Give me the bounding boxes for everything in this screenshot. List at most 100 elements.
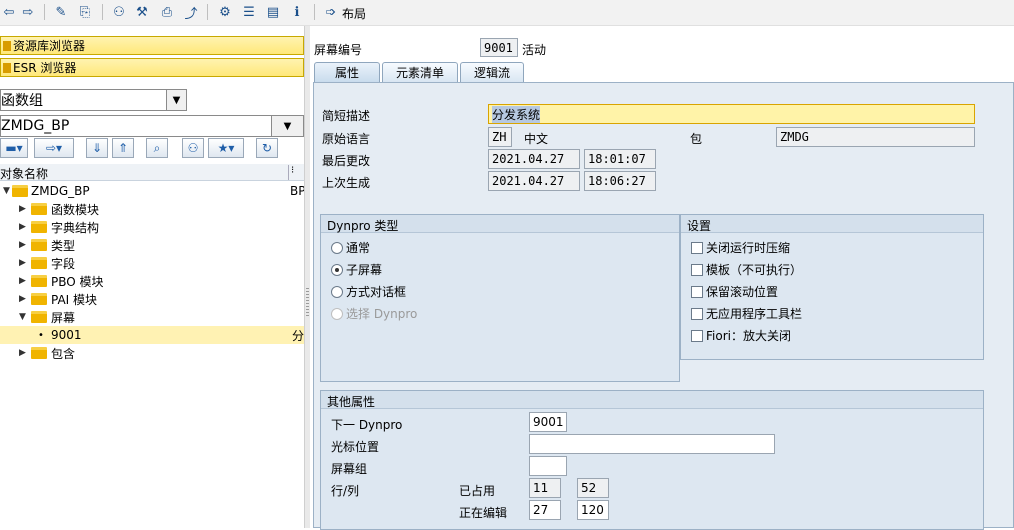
hierarchy-icon[interactable]: ⚙ [216, 3, 234, 21]
collapse-all-icon[interactable]: ⇑ [112, 138, 134, 158]
object-type-select[interactable]: 函数组 ▼ [0, 89, 187, 111]
editing-col-field[interactable]: 120 [577, 500, 609, 520]
where-used-icon[interactable]: ⤴ [182, 3, 200, 22]
chevron-down-icon[interactable]: ▼ [166, 90, 186, 110]
tree-node-label: 屏幕 [51, 310, 76, 325]
tree-toolbar: ▬▾ ⇨▾ ⇓ ⇑ ⌕ ⚇ ★▾ ↻ [0, 136, 304, 160]
collapse-icon[interactable]: ▬▾ [0, 138, 28, 158]
folder-open-icon [31, 311, 47, 323]
checkbox-no-app-toolbar[interactable]: 无应用程序工具栏 [691, 305, 802, 322]
original-language-text: 中文 [524, 132, 549, 146]
checkbox-label: 模板（不可执行） [706, 263, 803, 277]
display-change-icon[interactable]: ✎ [52, 3, 70, 21]
checkbox-box[interactable] [691, 285, 703, 298]
chevron-right-icon[interactable]: ▶ [19, 276, 26, 286]
other-object-icon[interactable]: ⚇ [110, 3, 128, 21]
tree-node-types[interactable]: ▶ 类型 [0, 236, 304, 254]
tab-element-list[interactable]: 元素清单 [382, 62, 458, 82]
splitter-grip[interactable] [306, 288, 309, 318]
radio-normal[interactable]: 通常 [331, 239, 370, 256]
checkbox-fiori-zoom[interactable]: Fiori：放大关闭 [691, 327, 791, 344]
radio-selection-dynpro: 选择 Dynpro [331, 305, 417, 322]
chevron-right-icon[interactable]: ▶ [19, 240, 26, 250]
chevron-down-icon[interactable]: ▼ [3, 186, 10, 196]
radio-dot[interactable] [331, 241, 343, 254]
tree-node-pai-modules[interactable]: ▶ PAI 模块 [0, 290, 304, 308]
chevron-right-icon[interactable]: ▶ [19, 222, 26, 232]
back-arrow-icon[interactable]: ⇦ [0, 3, 18, 21]
checkbox-box[interactable] [691, 307, 703, 320]
checkbox-box[interactable] [691, 329, 703, 342]
tree-node-function-modules[interactable]: ▶ 函数模块 [0, 200, 304, 218]
toolbar-separator [314, 4, 315, 20]
radio-modal-dialog[interactable]: 方式对话框 [331, 283, 406, 300]
column-divider[interactable] [288, 165, 289, 180]
checkbox-hold-data[interactable]: 关闭运行时压缩 [691, 239, 790, 256]
chevron-right-icon[interactable]: ▶ [19, 204, 26, 214]
activate-icon[interactable]: ⎙ [158, 3, 176, 21]
binoculars-icon[interactable]: ⌕ [146, 138, 168, 158]
expand-all-icon[interactable]: ⇓ [86, 138, 108, 158]
check-icon[interactable]: ⚒ [133, 3, 151, 21]
screen-attributes-panel: 屏幕编号 9001 活动 属性 元素清单 逻辑流 简短描述 分发系统 原始语言 … [310, 26, 1014, 530]
checkbox-box[interactable] [691, 241, 703, 254]
group-header [681, 215, 983, 233]
group-header [321, 391, 983, 409]
chevron-down-icon[interactable]: ▼ [19, 312, 26, 322]
tree-node-label: ZMDG_BP [31, 184, 90, 198]
checkbox-template[interactable]: 模板（不可执行） [691, 261, 802, 278]
screen-group-label: 屏幕组 [331, 462, 368, 476]
next-dynpro-field[interactable]: 9001 [529, 412, 567, 432]
layout-grid-icon[interactable]: ▤ [264, 3, 282, 21]
hierarchy-icon[interactable]: ⚇ [182, 138, 204, 158]
tree-node-label: 包含 [51, 346, 76, 361]
editing-row-field[interactable]: 27 [529, 500, 561, 520]
layout-button-label[interactable]: 布局 [342, 5, 366, 22]
short-description-field[interactable]: 分发系统 [488, 104, 975, 124]
checkbox-box[interactable] [691, 263, 703, 276]
checkbox-label: 关闭运行时压缩 [706, 241, 791, 255]
forward-nav-icon[interactable]: ⇨▾ [34, 138, 74, 158]
chevron-right-icon[interactable]: ▶ [19, 294, 26, 304]
cursor-position-field[interactable] [529, 434, 775, 454]
last-changed-time: 18:01:07 [584, 149, 656, 169]
package-field: ZMDG [776, 127, 975, 147]
tree-node-label: 类型 [51, 238, 76, 253]
info-icon[interactable]: ℹ [288, 3, 306, 21]
repository-browser-button[interactable]: 资源库浏览器 [0, 36, 304, 55]
tree-node-root[interactable]: ▼ ZMDG_BP BP [0, 182, 305, 200]
stack-icon[interactable]: ☰ [240, 3, 258, 21]
folder-icon [31, 239, 47, 251]
tree-node-screen-9001[interactable]: • 9001 分 [0, 326, 304, 344]
checkbox-keep-scroll[interactable]: 保留滚动位置 [691, 283, 778, 300]
tree-node-fields[interactable]: ▶ 字段 [0, 254, 304, 272]
folder-icon [31, 221, 47, 233]
last-generated-date: 2021.04.27 [488, 171, 580, 191]
editing-label: 正在编辑 [459, 506, 508, 520]
esr-browser-button[interactable]: ESR 浏览器 [0, 58, 304, 77]
tree-node-includes[interactable]: ▶ 包含 [0, 344, 304, 362]
chevron-down-icon[interactable]: ▼ [271, 116, 303, 136]
layout-arrow-icon[interactable]: ➩ [322, 3, 340, 21]
tab-flow-logic[interactable]: 逻辑流 [460, 62, 524, 82]
refresh-icon[interactable]: ↻ [256, 138, 278, 158]
tree-node-screens[interactable]: ▼ 屏幕 [0, 308, 304, 326]
radio-label: 子屏幕 [346, 263, 383, 277]
object-name-input[interactable]: ZMDG_BP ▼ [0, 115, 304, 137]
forward-arrow-icon[interactable]: ⇨ [19, 3, 37, 21]
screen-status: 活动 [522, 43, 547, 57]
radio-dot[interactable] [331, 285, 343, 298]
tree-node-label: 字段 [51, 256, 76, 271]
tab-attributes[interactable]: 属性 [314, 62, 380, 82]
screen-group-field[interactable] [529, 456, 567, 476]
radio-subscreen[interactable]: 子屏幕 [331, 261, 382, 278]
favorites-star-icon[interactable]: ★▾ [208, 138, 244, 158]
tree-node-dict-structures[interactable]: ▶ 字典结构 [0, 218, 304, 236]
tree-node-pbo-modules[interactable]: ▶ PBO 模块 [0, 272, 304, 290]
active-inactive-icon[interactable]: ⎘ [76, 3, 94, 21]
radio-dot-selected[interactable] [331, 263, 343, 276]
chevron-right-icon[interactable]: ▶ [19, 348, 26, 358]
last-generated-label: 上次生成 [322, 176, 371, 190]
chevron-right-icon[interactable]: ▶ [19, 258, 26, 268]
folder-icon [31, 275, 47, 287]
